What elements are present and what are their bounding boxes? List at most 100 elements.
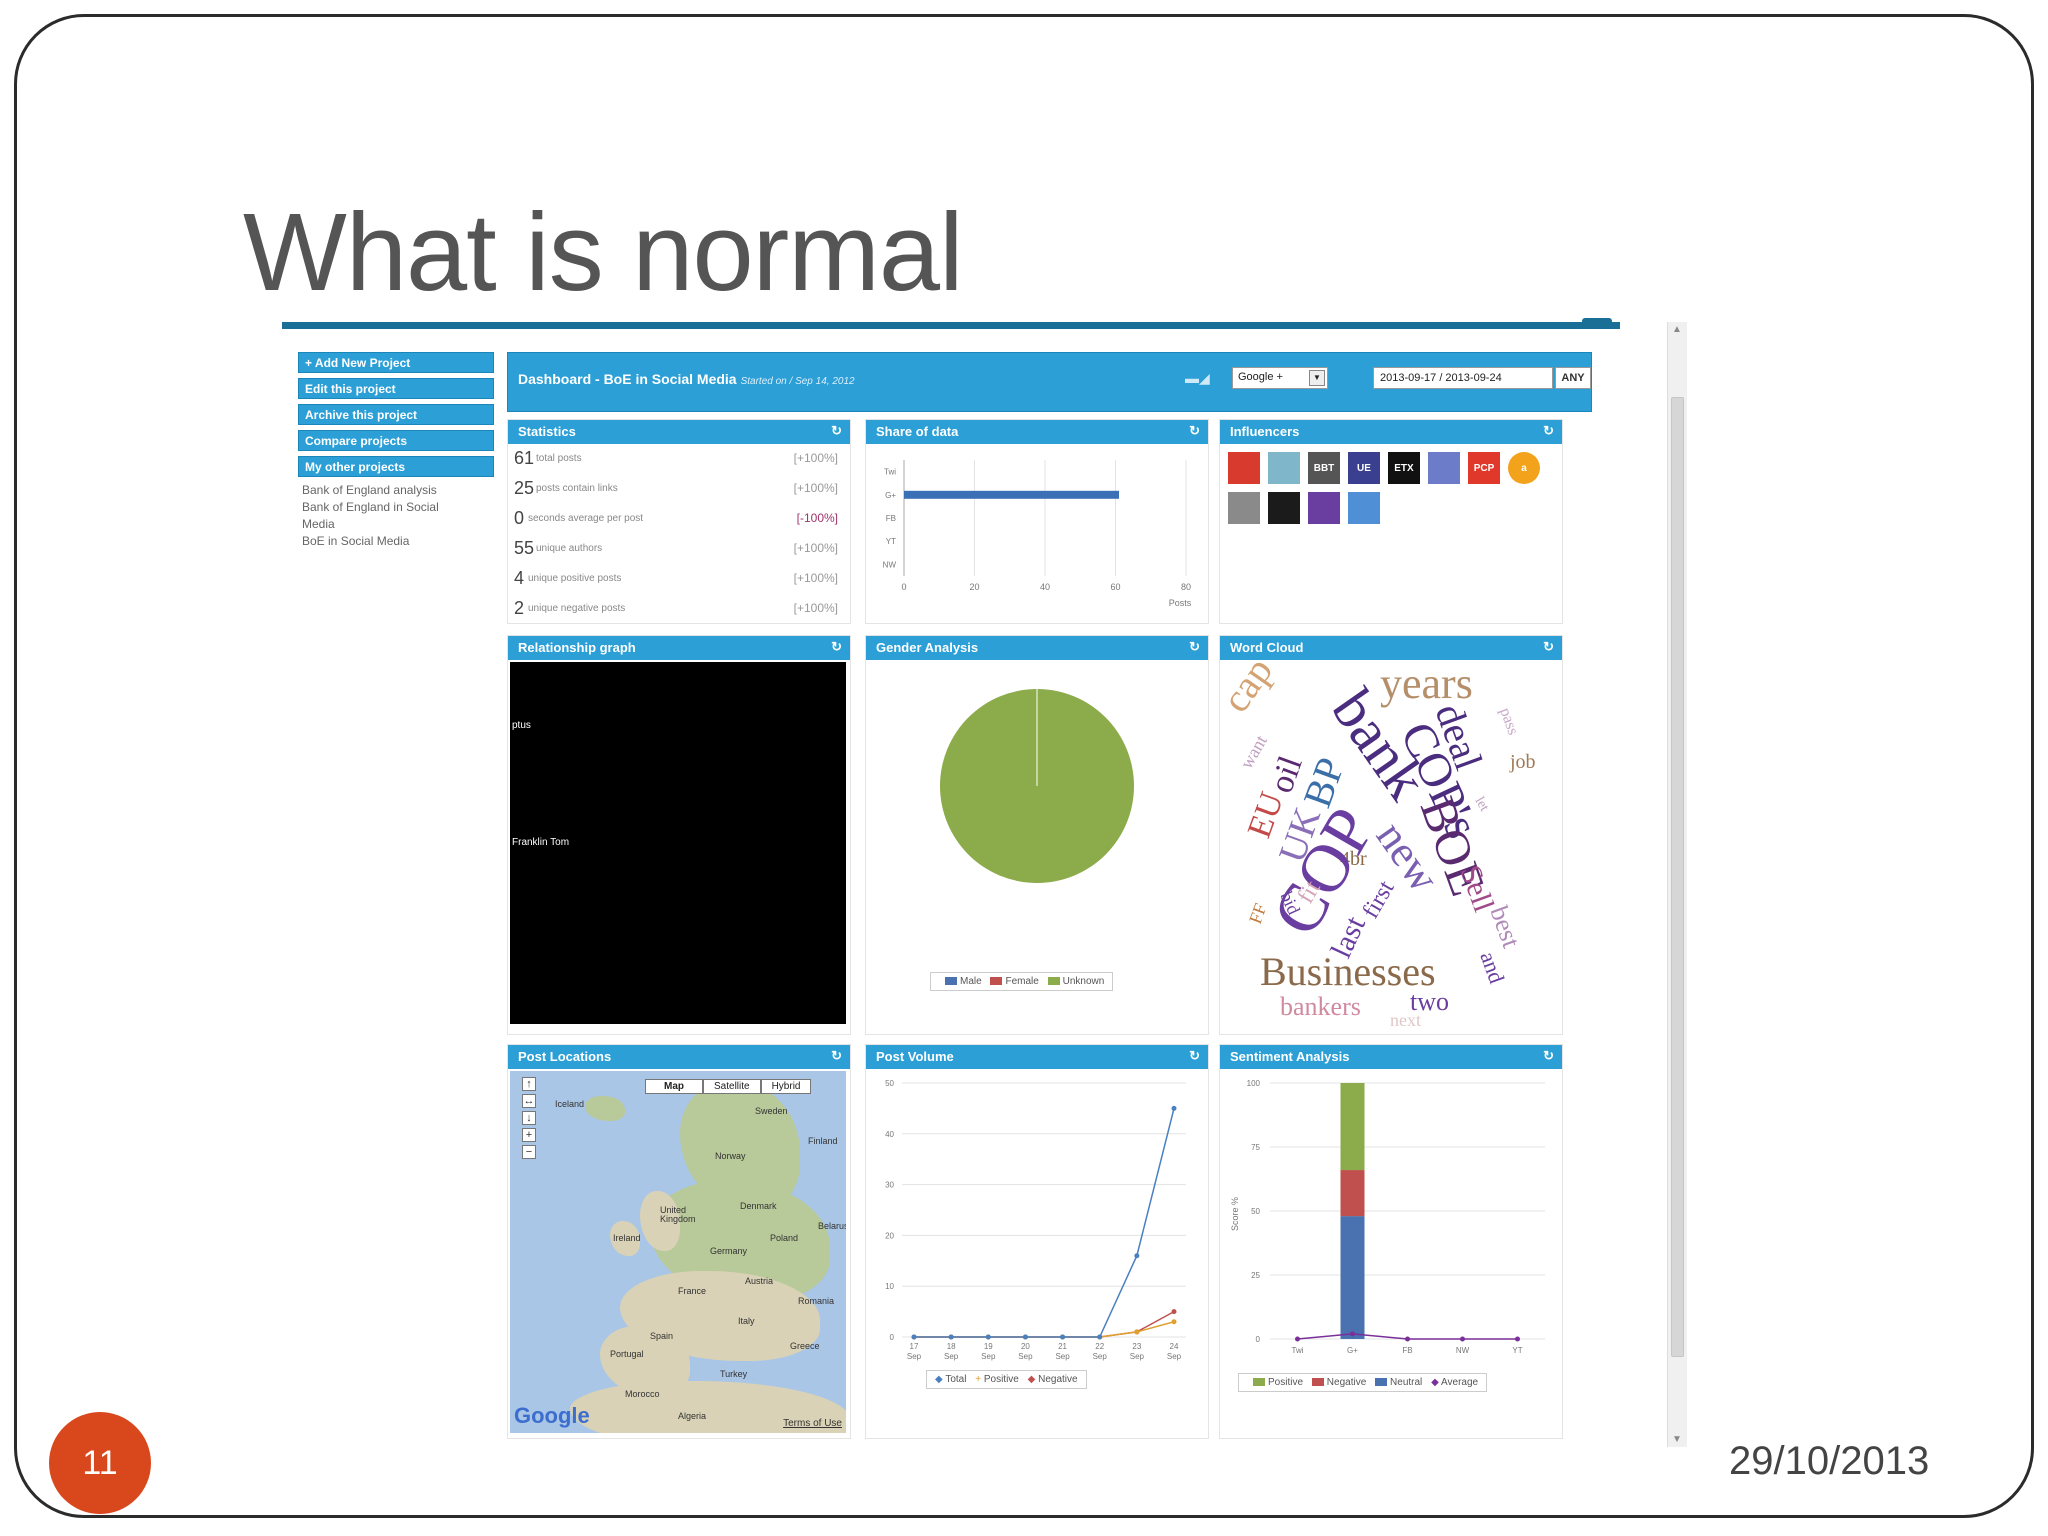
export-icon[interactable]: ▬◢ <box>1185 370 1210 387</box>
refresh-icon[interactable]: ↻ <box>1543 639 1554 655</box>
series-line <box>914 1321 1175 1338</box>
category-label: Twi <box>1292 1346 1304 1355</box>
stat-change: [+100%] <box>793 481 838 495</box>
stat-label: unique authors <box>536 543 603 554</box>
map-label: United Kingdom <box>660 1205 696 1224</box>
zoom-in-icon[interactable]: + <box>522 1128 536 1142</box>
influencer-avatar[interactable]: BBT <box>1308 452 1340 484</box>
other-projects-button[interactable]: My other projects <box>298 456 494 477</box>
tick-label: 24 <box>1170 1342 1179 1351</box>
add-project-button[interactable]: + Add New Project <box>298 352 494 373</box>
stat-value: 4 <box>514 568 525 588</box>
influencer-avatar[interactable]: a <box>1508 452 1540 484</box>
map-view[interactable]: Map Satellite Hybrid ↑ ↔ ↓ + − Iceland S… <box>510 1071 846 1433</box>
network-select[interactable]: Google + ▼ <box>1232 367 1328 389</box>
pan-down-icon[interactable]: ↓ <box>522 1111 536 1125</box>
map-type-buttons: Map Satellite Hybrid <box>645 1079 812 1094</box>
refresh-icon[interactable]: ↻ <box>1543 423 1554 439</box>
relationship-graph-canvas[interactable]: ptus Franklin Tom <box>510 662 846 1024</box>
compare-projects-button[interactable]: Compare projects <box>298 430 494 451</box>
stacked-bar-segment <box>1340 1083 1365 1171</box>
category-label: FB <box>886 514 896 523</box>
map-label: Algeria <box>678 1411 707 1421</box>
category-label: FB <box>1402 1346 1412 1355</box>
gender-legend: Male Female Unknown <box>930 972 1114 991</box>
refresh-icon[interactable]: ↻ <box>1189 639 1200 655</box>
stat-label: unique negative posts <box>528 603 626 614</box>
influencer-avatar[interactable] <box>1268 492 1300 524</box>
pan-up-icon[interactable]: ↑ <box>522 1077 536 1091</box>
stat-label: seconds average per post <box>528 513 644 524</box>
refresh-icon[interactable]: ↻ <box>831 423 842 439</box>
any-button[interactable]: ANY <box>1555 367 1591 389</box>
stat-value: 55 <box>514 538 535 558</box>
influencer-avatar[interactable]: PCP <box>1468 452 1500 484</box>
archive-project-button[interactable]: Archive this project <box>298 404 494 425</box>
stat-value: 25 <box>514 478 535 498</box>
edit-project-button[interactable]: Edit this project <box>298 378 494 399</box>
graph-node-label[interactable]: ptus <box>512 720 531 731</box>
influencer-avatar[interactable] <box>1268 452 1300 484</box>
influencer-avatar[interactable] <box>1228 492 1260 524</box>
map-label: Denmark <box>740 1201 777 1211</box>
tick-label: 0 <box>901 582 906 592</box>
scroll-down-icon[interactable]: ▼ <box>1672 1434 1682 1445</box>
tick-label: Sep <box>1167 1352 1182 1361</box>
influencer-avatar[interactable] <box>1308 492 1340 524</box>
refresh-icon[interactable]: ↻ <box>1543 1048 1554 1064</box>
project-link[interactable]: Bank of England analysis <box>298 482 494 499</box>
influencer-avatar[interactable]: UE <box>1348 452 1380 484</box>
influencer-avatar[interactable] <box>1428 452 1460 484</box>
stat-value: 2 <box>514 598 525 618</box>
stat-change: [-100%] <box>796 511 838 525</box>
chevron-down-icon[interactable]: ▼ <box>1309 370 1325 386</box>
map-label: Finland <box>808 1136 838 1146</box>
category-label: Twi <box>884 468 896 477</box>
zoom-out-icon[interactable]: − <box>522 1145 536 1159</box>
terms-link[interactable]: Terms of Use <box>783 1418 842 1429</box>
pan-left-right-icon[interactable]: ↔ <box>522 1094 536 1108</box>
tick-label: 50 <box>1251 1207 1260 1216</box>
locations-panel: Post Locations ↻ Map Satellite Hybrid ↑ ↔ <box>507 1044 851 1439</box>
word-cloud-word: next <box>1390 1010 1421 1030</box>
scroll-up-icon[interactable]: ▲ <box>1672 324 1682 335</box>
tick-label: 0 <box>890 1333 895 1342</box>
refresh-icon[interactable]: ↻ <box>1189 1048 1200 1064</box>
tick-label: 20 <box>1021 1342 1030 1351</box>
map-button[interactable]: Map <box>645 1079 703 1094</box>
stat-label: unique positive posts <box>528 573 622 584</box>
graph-node-label[interactable]: Franklin Tom <box>512 837 569 848</box>
stat-label: posts contain links <box>536 483 618 494</box>
project-link[interactable]: BoE in Social Media <box>298 533 494 550</box>
satellite-button[interactable]: Satellite <box>703 1079 761 1094</box>
stat-row: 61 total posts [+100%] <box>508 444 850 474</box>
word-cloud-word: want <box>1236 732 1271 772</box>
sentiment-chart: 0 25 50 75 100 Score % Twi G+ FB NW YT <box>1230 1079 1545 1355</box>
data-point <box>1350 1331 1355 1337</box>
dashboard-screenshot: ▲ ▼ + Add New Project Edit this project … <box>282 318 1687 1447</box>
influencer-avatar[interactable] <box>1228 452 1260 484</box>
map-label: France <box>678 1286 707 1296</box>
word-cloud-word: first <box>1358 876 1400 923</box>
scroll-thumb[interactable] <box>1671 397 1684 1357</box>
map-label: Spain <box>650 1331 674 1341</box>
date-range-input[interactable]: 2013-09-17 / 2013-09-24 <box>1373 367 1553 389</box>
data-point <box>1171 1105 1177 1111</box>
refresh-icon[interactable]: ↻ <box>831 1048 842 1064</box>
refresh-icon[interactable]: ↻ <box>831 639 842 655</box>
volume-legend: ◆ Total + Positive ◆ Negative <box>926 1370 1087 1389</box>
map-label: Ireland <box>613 1233 641 1243</box>
vertical-scrollbar[interactable]: ▲ ▼ <box>1667 322 1687 1447</box>
influencer-avatar[interactable] <box>1348 492 1380 524</box>
hybrid-button[interactable]: Hybrid <box>760 1079 812 1094</box>
data-point <box>1171 1309 1177 1315</box>
series-line <box>914 1108 1175 1338</box>
stacked-bar-segment <box>1340 1216 1365 1339</box>
tick-label: Sep <box>1018 1352 1033 1361</box>
project-link[interactable]: Bank of England in Social Media <box>298 499 468 533</box>
influencer-avatar[interactable]: ETX <box>1388 452 1420 484</box>
post-volume-chart: 0102030405017Sep18Sep19Sep20Sep21Sep22Se… <box>885 1079 1186 1361</box>
refresh-icon[interactable]: ↻ <box>1189 423 1200 439</box>
map-label: Austria <box>745 1276 774 1286</box>
tick-label: 10 <box>885 1282 894 1291</box>
